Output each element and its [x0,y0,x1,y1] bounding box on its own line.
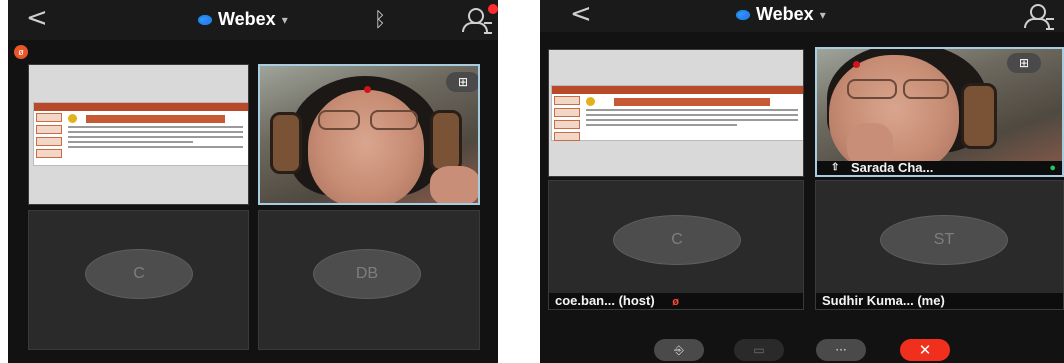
back-chevron-icon[interactable]: < [26,4,48,32]
video-off-button[interactable]: ▭ [734,339,784,361]
mute-icon: ø [672,296,680,308]
avatar: C [613,215,741,265]
glasses-left [318,110,360,130]
app-title[interactable]: Webex ▾ [736,4,826,25]
app-title[interactable]: Webex ▾ [198,9,288,30]
app-title-text: Webex [218,9,276,29]
participant-tile-c[interactable]: C coe.ban... (host) ø [548,180,804,310]
bindi [364,86,371,93]
webex-logo-icon [736,9,750,20]
microphone-icon: ● [1049,162,1056,174]
headphone-right [961,83,997,149]
bindi [853,61,860,68]
glasses-left [847,79,897,99]
screen-share-tile[interactable] [28,64,249,205]
bluetooth-icon[interactable]: ᛒ [374,7,386,31]
headphone-right [430,110,462,172]
chevron-down-icon: ▾ [819,7,826,22]
end-call-button[interactable]: ✕ [900,339,950,361]
top-bar: < Webex ▾ [540,0,1064,32]
share-icon: ⇧ [831,162,840,173]
hand [430,166,478,203]
participant-name: Sudhir Kuma... (me) [822,293,945,308]
screen-share-tile[interactable] [548,49,804,177]
shared-slide [551,85,803,141]
avatar: C [85,249,193,299]
participant-face [308,90,424,203]
shared-slide [33,102,248,166]
top-bar: < Webex ▾ ᛒ [8,0,498,40]
participant-namebar: Sudhir Kuma... (me) [816,293,1063,309]
participants-icon[interactable] [460,6,492,34]
headphone-left [270,112,302,174]
layout-grid-icon[interactable]: ⊞ [446,72,478,92]
video-tile[interactable]: ⊞ ⇧ Sarada Cha... ● [815,47,1064,177]
back-chevron-icon[interactable]: < [570,0,592,28]
chevron-down-icon: ▾ [281,12,288,27]
right-phone-screen: < Webex ▾ ⊞ ⇧ Sarada Cha... ● C coe.ban.… [540,0,1064,363]
mute-icon: ø [14,45,28,59]
participant-tile-st[interactable]: ST Sudhir Kuma... (me) [815,180,1064,310]
avatar: ST [880,215,1008,265]
more-button[interactable]: ··· [816,339,866,361]
video-tile[interactable]: ⊞ [258,64,480,205]
layout-grid-icon[interactable]: ⊞ [1007,53,1041,73]
glasses-right [903,79,949,99]
video-tile-namebar: ⇧ Sarada Cha... ● [817,161,1062,175]
notification-dot [488,4,498,14]
participant-tile-db[interactable]: DB [258,210,480,350]
participant-namebar: coe.ban... (host) ø [549,293,803,309]
call-controls: ⎆ ▭ ··· ✕ [540,338,1064,363]
left-phone-screen: < Webex ▾ ᛒ ø ⊞ C DB [8,0,498,363]
participant-name: Sarada Cha... [851,160,934,175]
avatar: DB [313,249,421,299]
audio-button[interactable]: ⎆ [654,339,704,361]
app-title-text: Webex [756,4,814,24]
participants-icon[interactable] [1022,2,1054,30]
participant-name: coe.ban... (host) [555,293,655,308]
glasses-right [370,110,418,130]
webex-logo-icon [198,14,212,25]
participant-tile-c[interactable]: C [28,210,249,350]
